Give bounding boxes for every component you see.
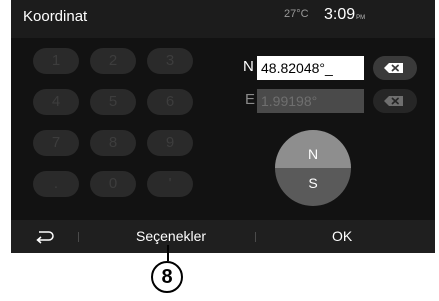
east-label: E — [245, 91, 256, 108]
key-4[interactable]: 4 — [33, 89, 79, 115]
clock-ampm: PM — [356, 15, 366, 21]
key-8[interactable]: 8 — [90, 130, 136, 156]
longitude-input[interactable]: 1.99198° — [257, 89, 364, 113]
callout-number: 8 — [151, 261, 183, 293]
north-label: N — [243, 58, 254, 75]
key-2[interactable]: 2 — [90, 48, 136, 74]
south-button[interactable]: S — [275, 168, 351, 206]
north-button[interactable]: N — [275, 130, 351, 168]
backspace-icon — [384, 96, 403, 106]
top-bar: Koordinat 27°C 3:09PM — [11, 0, 435, 38]
key-5[interactable]: 5 — [90, 89, 136, 115]
clear-latitude-button[interactable] — [373, 56, 417, 80]
key-1[interactable]: 1 — [33, 48, 79, 74]
separator — [78, 232, 79, 242]
key-3[interactable]: 3 — [147, 48, 193, 74]
ok-button[interactable]: OK — [332, 228, 352, 244]
hemisphere-toggle[interactable]: N S — [275, 130, 351, 206]
screen-title: Koordinat — [23, 8, 88, 25]
separator — [255, 232, 256, 242]
key-6[interactable]: 6 — [147, 89, 193, 115]
options-button[interactable]: Seçenekler — [136, 228, 206, 244]
navigation-screen: Koordinat 27°C 3:09PM 1 2 3 4 5 6 7 8 9 … — [11, 0, 435, 253]
key-9[interactable]: 9 — [147, 130, 193, 156]
key-decimal[interactable]: . — [33, 171, 79, 197]
back-arrow-icon — [36, 231, 54, 244]
clock: 3:09PM — [324, 6, 365, 24]
clear-longitude-button[interactable] — [373, 89, 417, 113]
backspace-icon — [384, 63, 403, 73]
bottom-bar: Seçenekler OK — [11, 220, 435, 253]
key-7[interactable]: 7 — [33, 130, 79, 156]
temperature: 27°C — [284, 8, 309, 20]
callout-line — [167, 245, 169, 261]
latitude-input[interactable]: 48.82048°_ — [257, 56, 364, 80]
clock-time: 3:09 — [324, 6, 356, 23]
key-apostrophe[interactable]: ' — [147, 171, 193, 197]
key-0[interactable]: 0 — [90, 171, 136, 197]
back-button[interactable] — [33, 228, 57, 244]
